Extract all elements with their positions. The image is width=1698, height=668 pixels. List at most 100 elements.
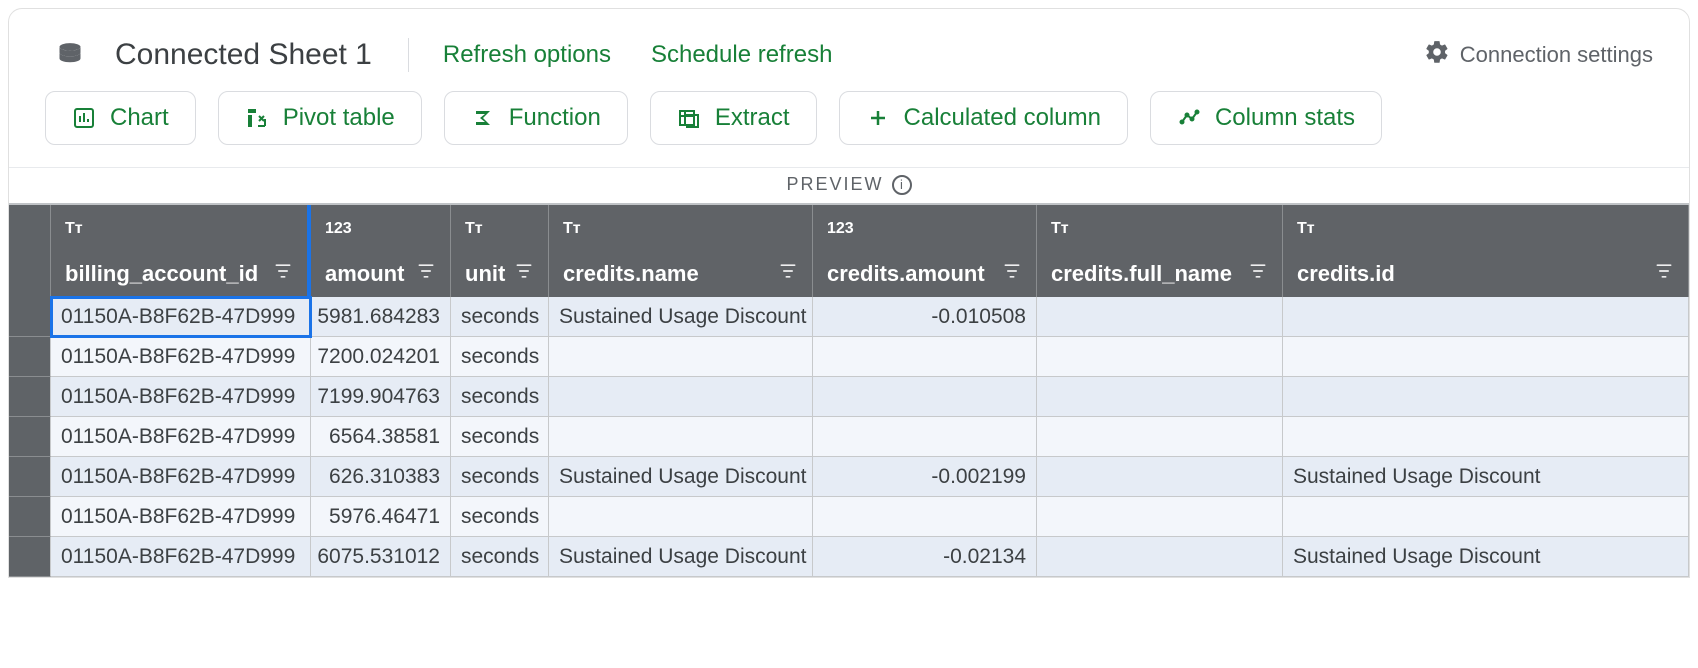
cell[interactable]	[1283, 297, 1689, 337]
extract-button-label: Extract	[715, 104, 790, 132]
column-header-unit[interactable]: Tᴛunit	[451, 205, 549, 297]
cell[interactable]: Sustained Usage Discount	[549, 537, 813, 577]
function-button[interactable]: Function	[444, 91, 628, 145]
cell[interactable]	[1037, 417, 1283, 457]
cell[interactable]	[1283, 377, 1689, 417]
type-indicator: 123	[827, 215, 1022, 243]
header: Connected Sheet 1 Refresh options Schedu…	[9, 9, 1689, 91]
row-gutter[interactable]	[9, 297, 51, 337]
gear-icon	[1424, 39, 1450, 71]
row-gutter[interactable]	[9, 377, 51, 417]
cell[interactable]: 6075.531012	[311, 537, 451, 577]
column-header-credits-id[interactable]: Tᴛ credits.id	[1283, 205, 1689, 297]
cell[interactable]	[1283, 337, 1689, 377]
cell[interactable]	[549, 377, 813, 417]
cell[interactable]: 01150A-B8F62B-47D999	[51, 497, 311, 537]
filter-icon[interactable]	[273, 261, 293, 287]
cell[interactable]: 01150A-B8F62B-47D999	[51, 457, 311, 497]
info-icon[interactable]: i	[892, 175, 912, 195]
filter-icon[interactable]	[514, 261, 534, 287]
cell[interactable]	[549, 337, 813, 377]
cell[interactable]: 5976.46471	[311, 497, 451, 537]
cell[interactable]	[1037, 457, 1283, 497]
filter-icon[interactable]	[1002, 261, 1022, 287]
column-header-amount[interactable]: 123amount	[311, 205, 451, 297]
cell[interactable]: seconds	[451, 457, 549, 497]
row-gutter[interactable]	[9, 537, 51, 577]
data-grid: Tᴛbilling_account_id123amountTᴛunitTᴛcre…	[9, 203, 1689, 577]
cell[interactable]: 626.310383	[311, 457, 451, 497]
corner-gutter	[9, 205, 51, 297]
cell[interactable]	[1037, 537, 1283, 577]
filter-icon[interactable]	[416, 261, 436, 287]
table-row: 01150A-B8F62B-47D9996075.531012secondsSu…	[9, 537, 1689, 577]
row-gutter[interactable]	[9, 457, 51, 497]
cell[interactable]: 01150A-B8F62B-47D999	[51, 537, 311, 577]
refresh-options-link[interactable]: Refresh options	[437, 37, 617, 73]
type-indicator: Tᴛ	[1297, 215, 1674, 243]
cell[interactable]: 01150A-B8F62B-47D999	[51, 337, 311, 377]
cell[interactable]	[549, 497, 813, 537]
column-name: billing_account_id	[65, 261, 258, 287]
column-header-credits-full_name[interactable]: Tᴛcredits.full_name	[1037, 205, 1283, 297]
filter-icon[interactable]	[1248, 261, 1268, 287]
header-row: Tᴛbilling_account_id123amountTᴛunitTᴛcre…	[9, 205, 1689, 297]
cell[interactable]	[549, 417, 813, 457]
extract-button[interactable]: Extract	[650, 91, 817, 145]
column-name: credits.name	[563, 261, 699, 287]
row-gutter[interactable]	[9, 417, 51, 457]
chart-button[interactable]: Chart	[45, 91, 196, 145]
row-gutter[interactable]	[9, 497, 51, 537]
cell[interactable]	[1283, 417, 1689, 457]
row-gutter[interactable]	[9, 337, 51, 377]
column-stats-button[interactable]: Column stats	[1150, 91, 1382, 145]
cell[interactable]: seconds	[451, 297, 549, 337]
cell[interactable]	[1283, 497, 1689, 537]
cell[interactable]	[813, 337, 1037, 377]
cell[interactable]: seconds	[451, 337, 549, 377]
pivot-table-button[interactable]: Pivot table	[218, 91, 422, 145]
table-row: 01150A-B8F62B-47D999626.310383secondsSus…	[9, 457, 1689, 497]
cell[interactable]: 7200.024201	[311, 337, 451, 377]
cell[interactable]	[1037, 377, 1283, 417]
cell[interactable]: 5981.684283	[311, 297, 451, 337]
column-header-billing_account_id[interactable]: Tᴛbilling_account_id	[51, 205, 311, 297]
schedule-refresh-link[interactable]: Schedule refresh	[645, 37, 838, 73]
cell[interactable]	[813, 497, 1037, 537]
cell[interactable]: -0.010508	[813, 297, 1037, 337]
cell[interactable]: seconds	[451, 377, 549, 417]
calc-col-button-label: Calculated column	[904, 104, 1101, 132]
table-row: 01150A-B8F62B-47D9997199.904763seconds	[9, 377, 1689, 417]
column-name: credits.id	[1297, 261, 1395, 287]
column-header-credits-amount[interactable]: 123credits.amount	[813, 205, 1037, 297]
filter-icon[interactable]	[1654, 261, 1674, 287]
cell[interactable]: Sustained Usage Discount	[549, 457, 813, 497]
cell[interactable]: seconds	[451, 537, 549, 577]
connection-settings-button[interactable]: Connection settings	[1424, 39, 1653, 71]
cell[interactable]: 01150A-B8F62B-47D999	[51, 417, 311, 457]
cell[interactable]: -0.02134	[813, 537, 1037, 577]
calculated-column-button[interactable]: Calculated column	[839, 91, 1128, 145]
cell[interactable]	[1037, 337, 1283, 377]
preview-bar: PREVIEW i	[9, 167, 1689, 203]
cell[interactable]	[1037, 297, 1283, 337]
type-indicator: 123	[325, 215, 436, 243]
cell[interactable]	[813, 377, 1037, 417]
filter-icon[interactable]	[778, 261, 798, 287]
type-indicator: Tᴛ	[465, 215, 534, 243]
cell[interactable]: 01150A-B8F62B-47D999	[51, 377, 311, 417]
column-header-credits-name[interactable]: Tᴛcredits.name	[549, 205, 813, 297]
cell[interactable]	[813, 417, 1037, 457]
database-icon	[53, 41, 87, 69]
cell[interactable]: 01150A-B8F62B-47D999	[51, 297, 311, 337]
cell[interactable]	[1037, 497, 1283, 537]
cell[interactable]: 6564.38581	[311, 417, 451, 457]
cell[interactable]: seconds	[451, 417, 549, 457]
cell[interactable]: seconds	[451, 497, 549, 537]
cell[interactable]: Sustained Usage Discount	[549, 297, 813, 337]
cell[interactable]: 7199.904763	[311, 377, 451, 417]
type-indicator: Tᴛ	[1051, 215, 1268, 243]
cell[interactable]: -0.002199	[813, 457, 1037, 497]
cell[interactable]: Sustained Usage Discount	[1283, 537, 1689, 577]
cell[interactable]: Sustained Usage Discount	[1283, 457, 1689, 497]
